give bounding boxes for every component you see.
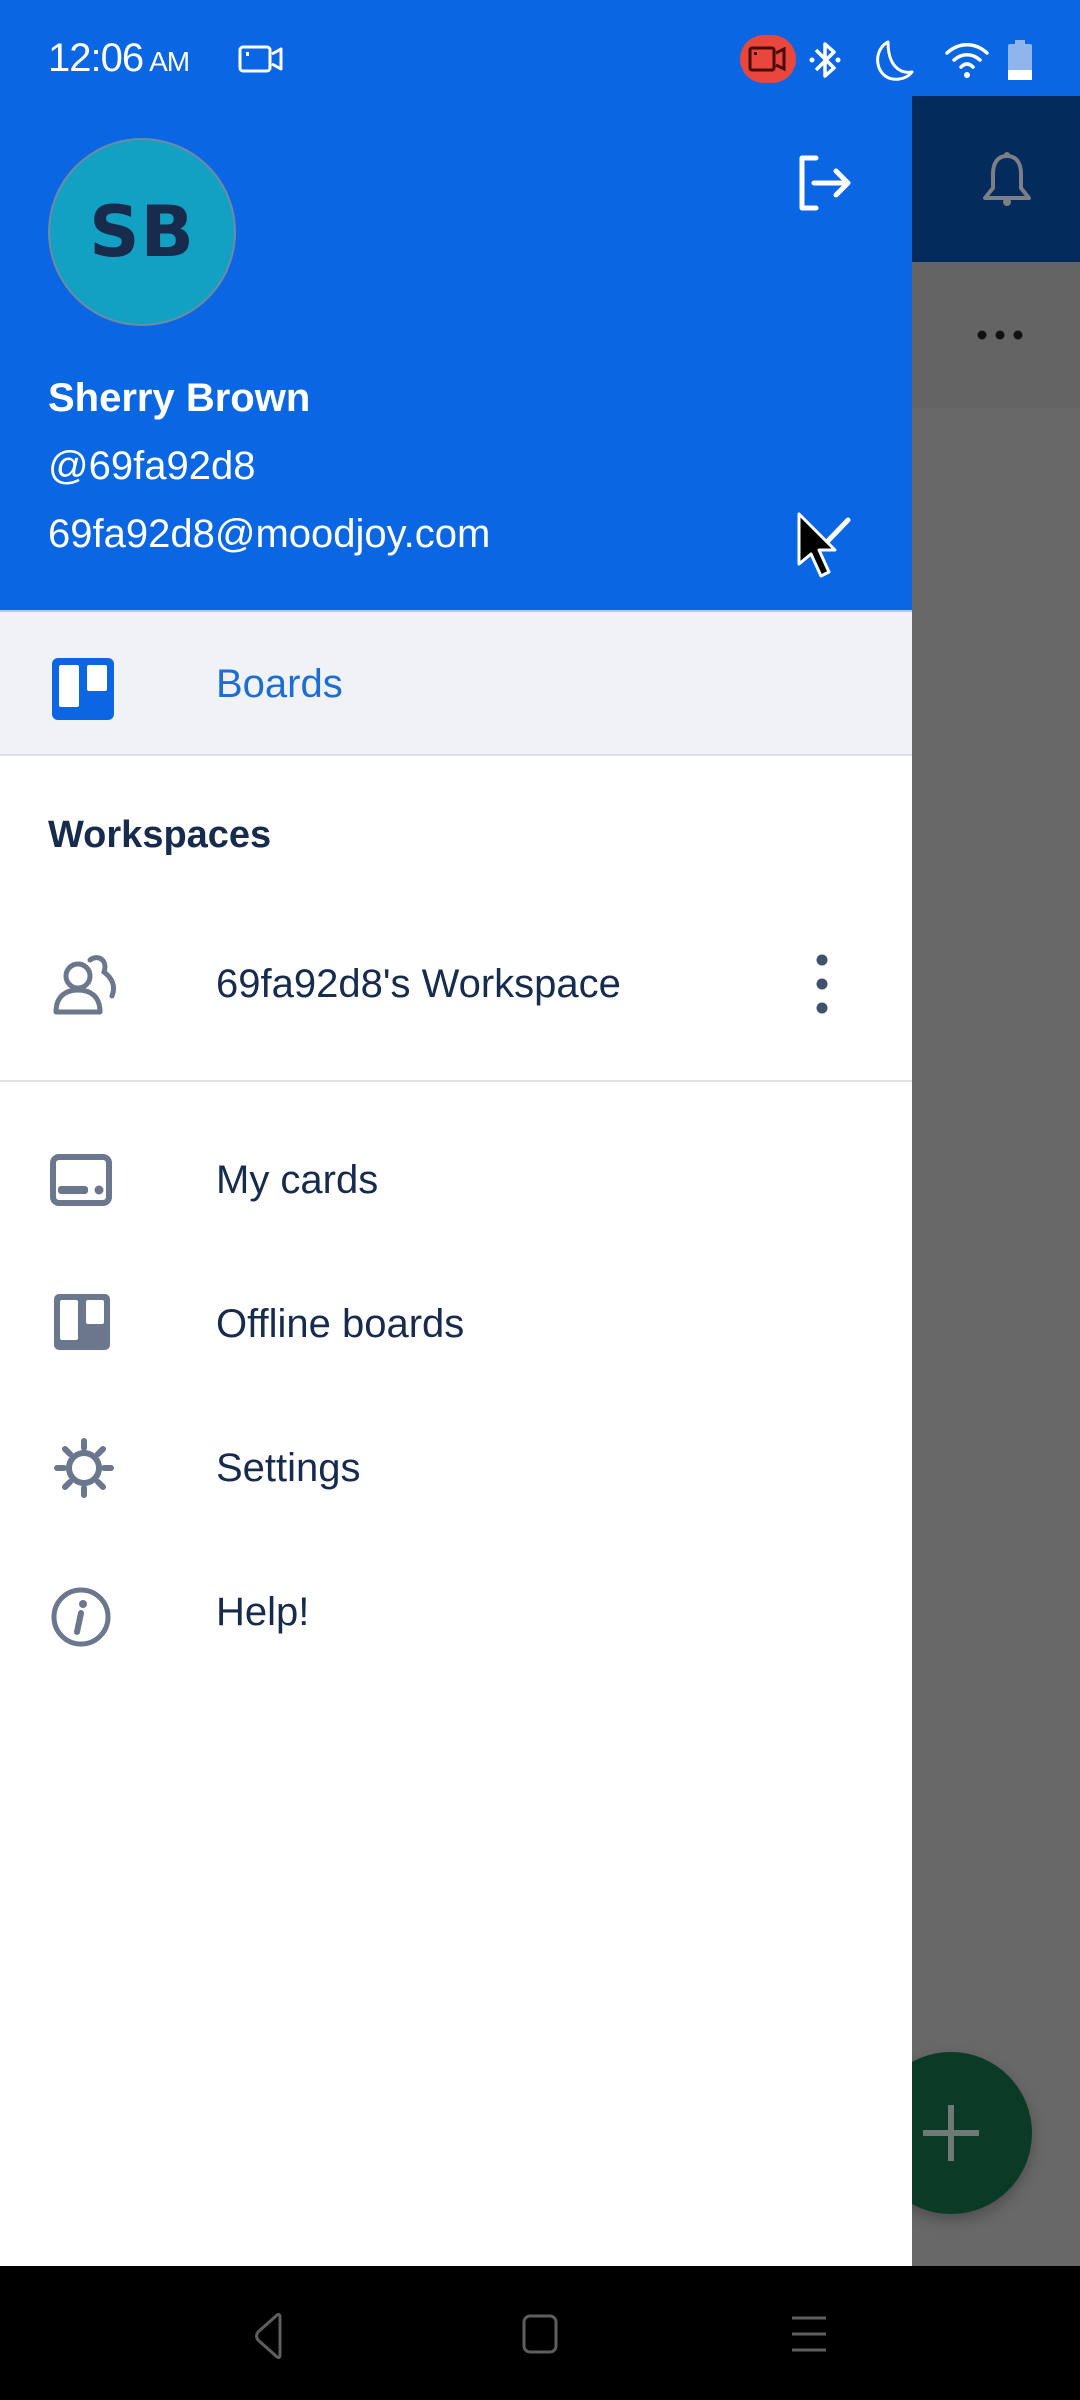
back-icon[interactable]: [228, 2296, 308, 2376]
recents-icon[interactable]: [770, 2296, 850, 2376]
user-name: Sherry Brown: [48, 376, 311, 420]
drawer-item-label: Settings: [216, 1446, 361, 1490]
logout-icon[interactable]: [790, 148, 860, 218]
drawer-item-my-cards[interactable]: My cards: [0, 1120, 912, 1240]
more-vertical-icon[interactable]: [800, 950, 844, 1018]
mouse-cursor-icon: [797, 512, 837, 578]
drawer-item-offline-boards[interactable]: Offline boards: [0, 1264, 912, 1384]
ampm-text: AM: [149, 46, 190, 77]
do-not-disturb-moon-icon: [876, 40, 914, 81]
drawer-item-label: My cards: [216, 1158, 379, 1202]
time-text: 12:06: [48, 36, 144, 80]
screen-record-icon: [238, 45, 283, 73]
home-icon[interactable]: [500, 2296, 580, 2376]
more-horizontal-icon[interactable]: [970, 320, 1030, 350]
workspaces-heading: Workspaces: [48, 814, 272, 856]
offline-boards-icon: [54, 1294, 110, 1350]
drawer-item-label: Boards: [216, 662, 343, 706]
recording-active-icon[interactable]: [740, 35, 796, 83]
avatar[interactable]: SB: [48, 138, 236, 326]
gear-icon: [54, 1438, 114, 1498]
drawer-item-help[interactable]: Help!: [0, 1552, 912, 1672]
boards-icon: [52, 658, 114, 720]
wifi-icon: [945, 43, 989, 78]
user-email: 69fa92d8@moodjoy.com: [48, 512, 491, 556]
workspace-name: 69fa92d8's Workspace: [216, 962, 621, 1006]
team-icon: [53, 955, 117, 1015]
drawer-item-label: Help!: [216, 1590, 310, 1634]
info-icon: [51, 1587, 111, 1647]
bluetooth-icon: [809, 42, 841, 78]
drawer-item-boards[interactable]: Boards: [0, 610, 912, 756]
battery-icon: [1008, 40, 1032, 80]
divider: [0, 1080, 912, 1082]
navigation-drawer: SB Sherry Brown @69fa92d8 69fa92d8@moodj…: [0, 0, 912, 2266]
drawer-item-label: Offline boards: [216, 1302, 465, 1346]
drawer-item-settings[interactable]: Settings: [0, 1408, 912, 1528]
cards-icon: [50, 1154, 112, 1206]
status-time: 12:06 AM: [48, 36, 190, 81]
user-handle: @69fa92d8: [48, 444, 256, 488]
workspace-item[interactable]: 69fa92d8's Workspace: [0, 920, 912, 1050]
bell-icon[interactable]: [975, 148, 1039, 212]
status-bar: 12:06 AM: [0, 0, 1080, 96]
system-navigation-bar: [0, 2266, 1080, 2400]
plus-icon: [923, 2105, 979, 2161]
